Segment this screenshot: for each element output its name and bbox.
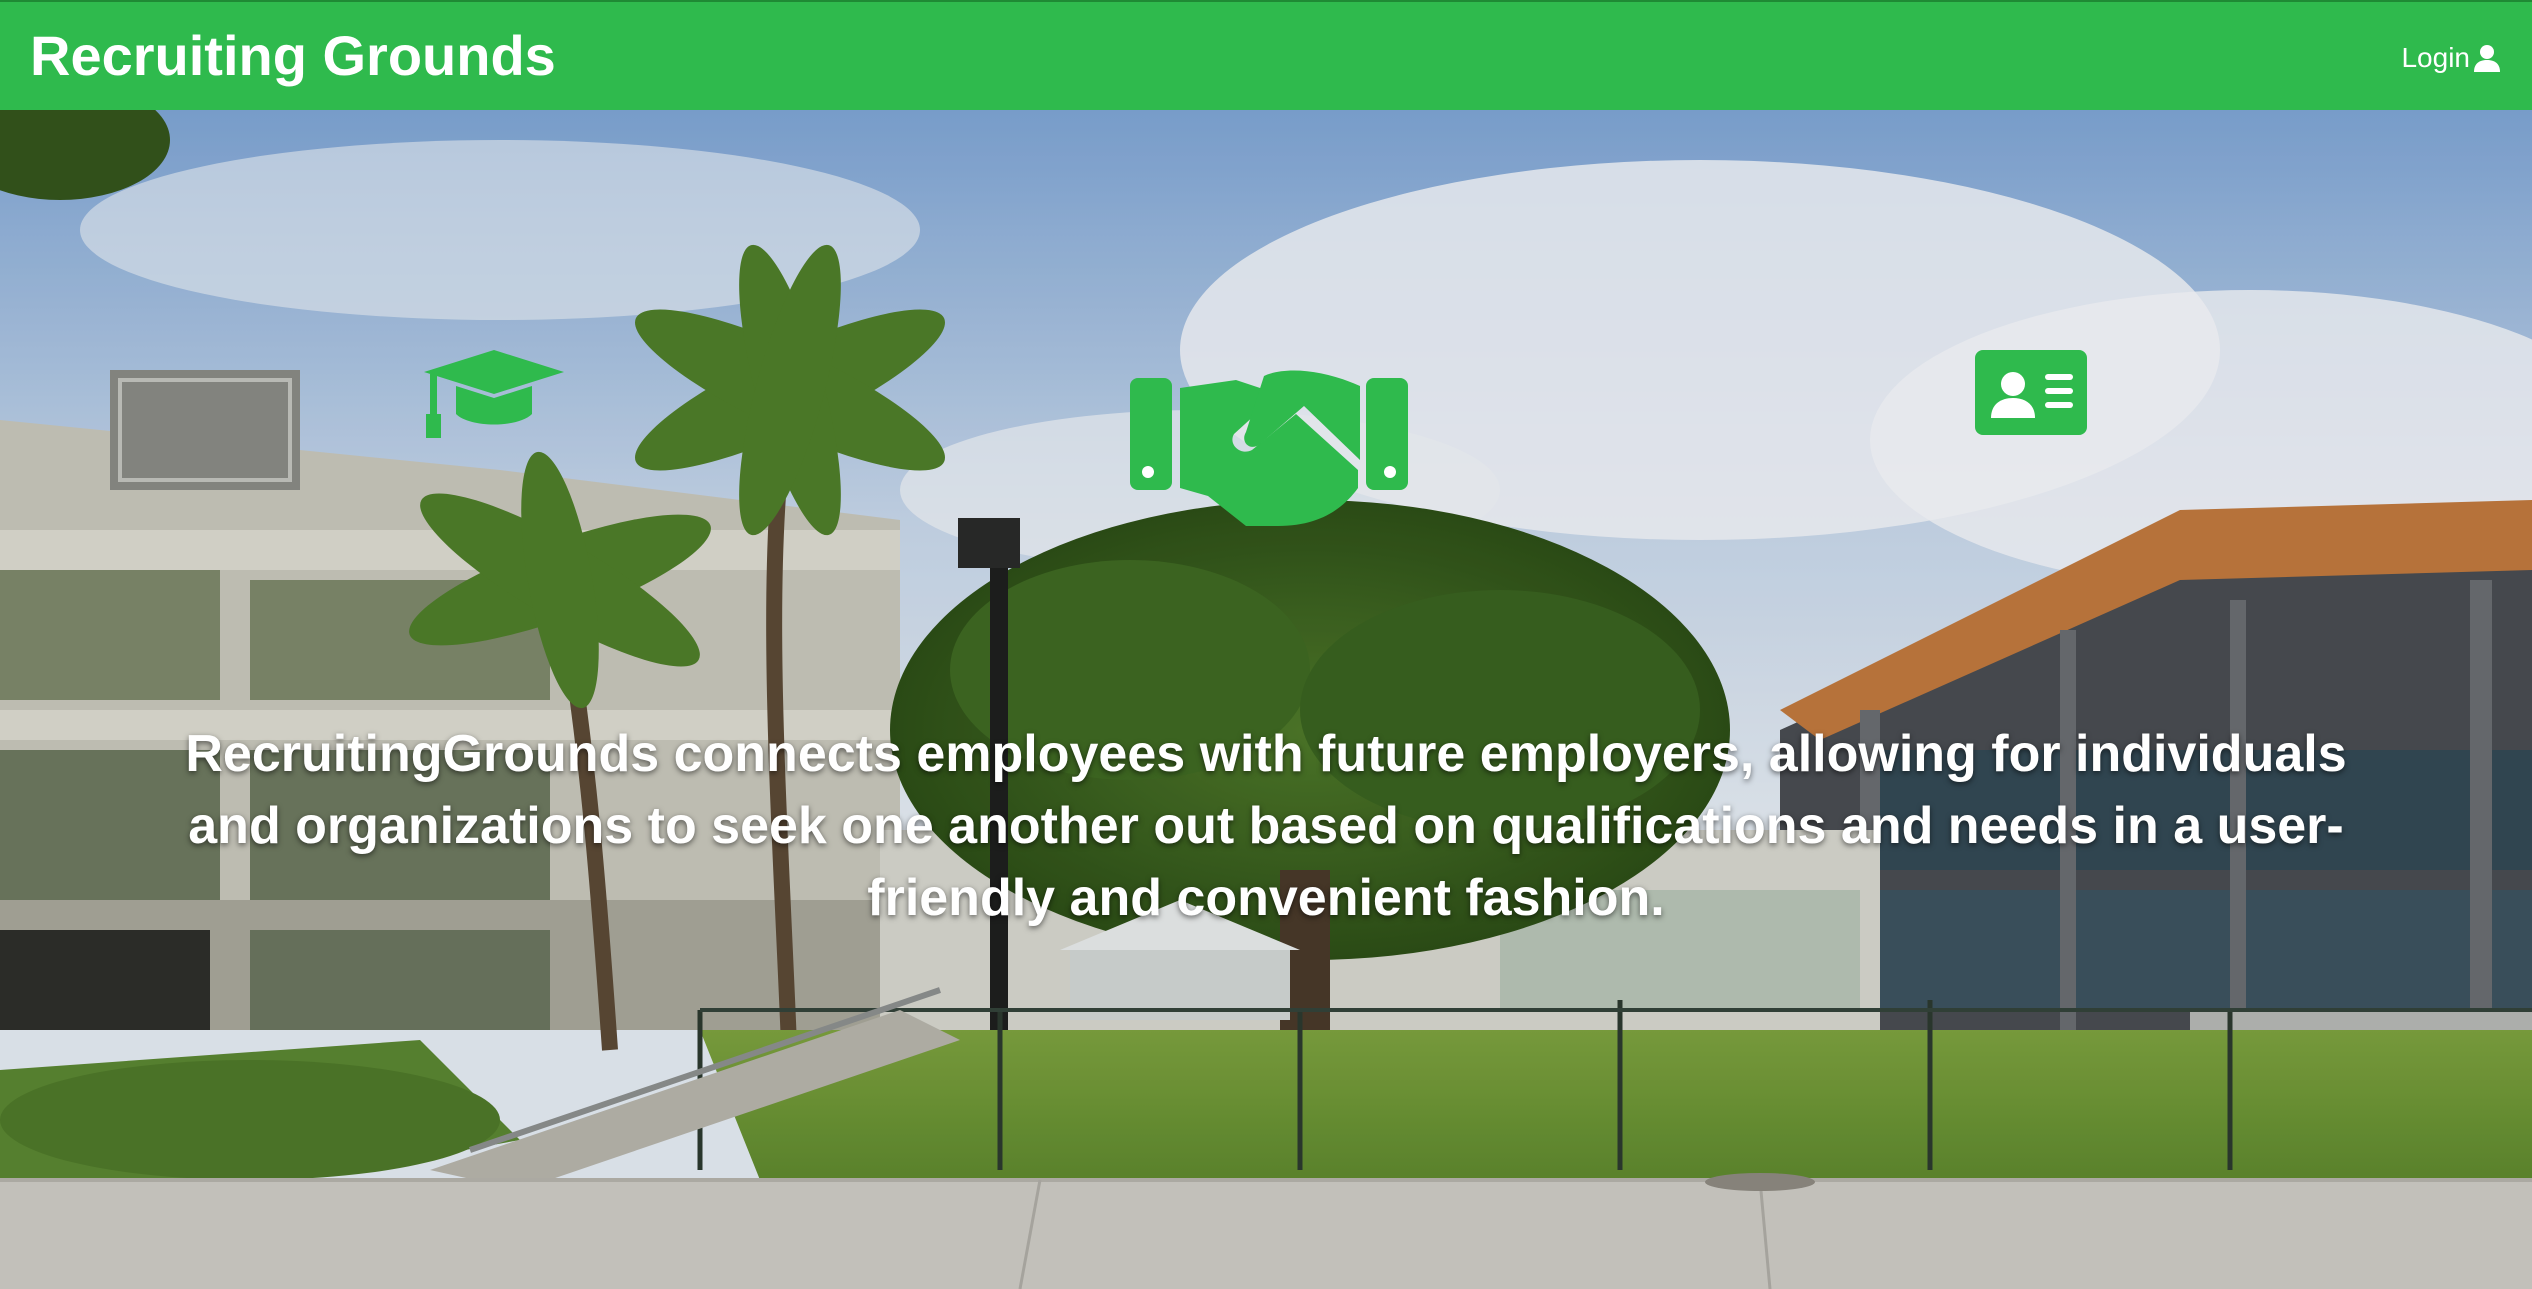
login-label: Login [2401,42,2470,73]
hero-tagline: RecruitingGrounds connects employees wit… [185,725,2347,927]
brand-title[interactable]: Recruiting Grounds [30,24,556,88]
campus-background-photo [0,110,2532,1289]
id-card-icon [1975,350,2087,435]
handshake-icon [1130,370,1408,526]
top-navbar: Recruiting Grounds Login [0,0,2532,110]
user-icon [2474,45,2500,72]
graduation-cap-icon [424,350,564,438]
login-button[interactable]: Login [2401,42,2502,74]
hero-section: RecruitingGrounds connects employees wit… [0,110,2532,1289]
